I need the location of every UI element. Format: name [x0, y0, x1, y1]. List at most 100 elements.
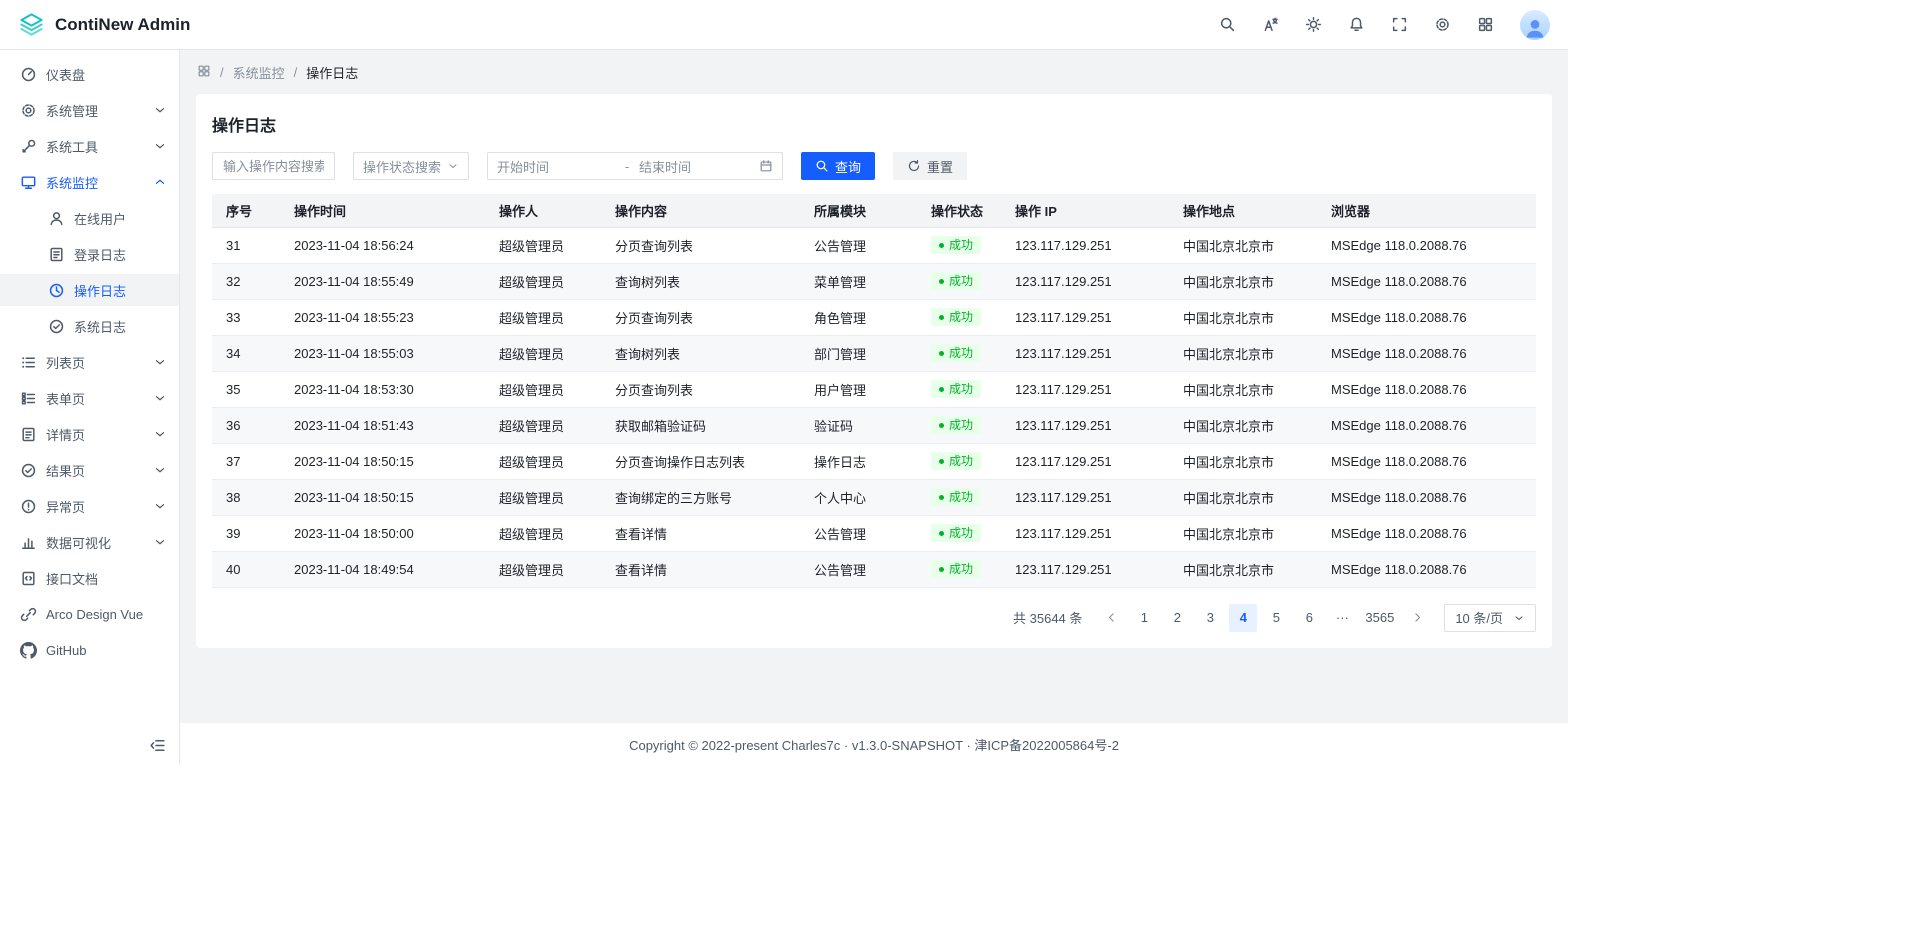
table-row[interactable]: 36 2023-11-04 18:51:43 超级管理员 获取邮箱验证码 验证码… [212, 407, 1536, 443]
status-select[interactable]: 操作状态搜索 [353, 152, 469, 180]
cell-content: 分页查询操作日志列表 [601, 443, 800, 479]
sidebar-item-result-page[interactable]: 结果页 [0, 454, 179, 486]
system-settings-icon [20, 102, 37, 119]
table-row[interactable]: 34 2023-11-04 18:55:03 超级管理员 查询树列表 部门管理 … [212, 335, 1536, 371]
success-dot [939, 423, 944, 428]
table-row[interactable]: 38 2023-11-04 18:50:15 超级管理员 查询绑定的三方账号 个… [212, 479, 1536, 515]
theme-button[interactable] [1305, 16, 1322, 33]
table-row[interactable]: 39 2023-11-04 18:50:00 超级管理员 查看详情 公告管理 成… [212, 515, 1536, 551]
breadcrumb-item-system-monitor[interactable]: 系统监控 [233, 63, 285, 82]
pagination-total: 共 35644 条 [1013, 608, 1082, 627]
search-button[interactable] [1219, 16, 1236, 33]
cell-ip: 123.117.129.251 [1001, 227, 1169, 263]
cell-ip: 123.117.129.251 [1001, 443, 1169, 479]
cell-module: 公告管理 [800, 227, 917, 263]
sidebar-item-form-page[interactable]: 表单页 [0, 382, 179, 414]
page-button-6[interactable]: 6 [1295, 604, 1323, 632]
operation-log-table: 序号操作时间操作人操作内容所属模块操作状态操作 IP操作地点浏览器 31 202… [212, 194, 1536, 588]
page-size-select[interactable]: 10 条/页 [1444, 604, 1536, 632]
cell-id: 32 [212, 263, 280, 299]
cell-operator: 超级管理员 [485, 227, 601, 263]
sidebar-item-system-management[interactable]: 系统管理 [0, 94, 179, 126]
sidebar-item-system-monitor[interactable]: 系统监控 [0, 166, 179, 198]
next-page-button[interactable] [1403, 604, 1431, 632]
sidebar-item-github[interactable]: GitHub [0, 634, 179, 666]
status-badge: 成功 [931, 380, 981, 398]
query-button[interactable]: 查询 [801, 152, 875, 180]
gear-icon [1434, 16, 1451, 33]
cell-operator: 超级管理员 [485, 551, 601, 587]
prev-page-button[interactable] [1097, 604, 1125, 632]
page-button-1[interactable]: 1 [1130, 604, 1158, 632]
page-button-5[interactable]: 5 [1262, 604, 1290, 632]
date-range-picker[interactable]: 开始时间 - 结束时间 [487, 152, 783, 180]
sidebar-item-arco-design-vue[interactable]: Arco Design Vue [0, 598, 179, 630]
column-header: 操作时间 [280, 194, 485, 227]
sidebar-item-operation-log[interactable]: 操作日志 [0, 274, 179, 306]
cell-operator: 超级管理员 [485, 443, 601, 479]
column-header: 浏览器 [1317, 194, 1536, 227]
cell-browser: MSEdge 118.0.2088.76 [1317, 443, 1536, 479]
sidebar-collapse-button[interactable] [147, 735, 167, 755]
avatar[interactable] [1520, 10, 1550, 40]
sidebar-item-login-log[interactable]: 登录日志 [0, 238, 179, 270]
cell-module: 公告管理 [800, 551, 917, 587]
success-dot [939, 279, 944, 284]
last-page-button[interactable]: 3565 [1361, 604, 1398, 632]
chevron-down-icon [153, 427, 167, 441]
table-row[interactable]: 35 2023-11-04 18:53:30 超级管理员 分页查询列表 用户管理… [212, 371, 1536, 407]
page-button-3[interactable]: 3 [1196, 604, 1224, 632]
success-dot [939, 459, 944, 464]
cell-operator: 超级管理员 [485, 407, 601, 443]
breadcrumb-item-operation-log: 操作日志 [306, 63, 358, 82]
table-row[interactable]: 40 2023-11-04 18:49:54 超级管理员 查看详情 公告管理 成… [212, 551, 1536, 587]
cell-status: 成功 [917, 227, 1001, 263]
page-title: 操作日志 [212, 112, 1536, 136]
cell-id: 39 [212, 515, 280, 551]
apps-grid-button[interactable] [1477, 16, 1494, 33]
system-log-icon [48, 318, 65, 335]
success-dot [939, 243, 944, 248]
status-badge: 成功 [931, 308, 981, 326]
sidebar-item-system-log[interactable]: 系统日志 [0, 310, 179, 342]
sidebar-item-online-users[interactable]: 在线用户 [0, 202, 179, 234]
reset-button[interactable]: 重置 [893, 152, 967, 180]
api-doc-icon [20, 570, 37, 587]
link-icon [20, 606, 37, 623]
breadcrumb-separator: / [220, 65, 224, 80]
cell-time: 2023-11-04 18:53:30 [280, 371, 485, 407]
sidebar-item-exception-page[interactable]: 异常页 [0, 490, 179, 522]
brand[interactable]: ContiNew Admin [18, 11, 190, 38]
cell-time: 2023-11-04 18:50:15 [280, 443, 485, 479]
cell-operator: 超级管理员 [485, 371, 601, 407]
cell-location: 中国北京北京市 [1169, 227, 1317, 263]
breadcrumb-home[interactable] [197, 64, 211, 81]
sidebar-item-list-page[interactable]: 列表页 [0, 346, 179, 378]
page-button-2[interactable]: 2 [1163, 604, 1191, 632]
pagination-ellipsis[interactable]: ··· [1328, 604, 1356, 632]
translate-button[interactable] [1262, 16, 1279, 33]
main-area: / 系统监控 / 操作日志 操作日志 操作状态搜索 [180, 50, 1568, 765]
fullscreen-button[interactable] [1391, 16, 1408, 33]
page-button-4-active[interactable]: 4 [1229, 604, 1257, 632]
table-row[interactable]: 31 2023-11-04 18:56:24 超级管理员 分页查询列表 公告管理… [212, 227, 1536, 263]
sidebar-item-data-visualization[interactable]: 数据可视化 [0, 526, 179, 558]
settings-button[interactable] [1434, 16, 1451, 33]
sidebar-item-detail-page[interactable]: 详情页 [0, 418, 179, 450]
cell-location: 中国北京北京市 [1169, 371, 1317, 407]
status-badge: 成功 [931, 416, 981, 434]
content-search-input[interactable] [212, 152, 335, 180]
column-header: 所属模块 [800, 194, 917, 227]
cell-ip: 123.117.129.251 [1001, 407, 1169, 443]
cell-ip: 123.117.129.251 [1001, 371, 1169, 407]
sidebar-item-api-docs[interactable]: 接口文档 [0, 562, 179, 594]
sidebar-item-dashboard[interactable]: 仪表盘 [0, 58, 179, 90]
table-row[interactable]: 32 2023-11-04 18:55:49 超级管理员 查询树列表 菜单管理 … [212, 263, 1536, 299]
cell-module: 部门管理 [800, 335, 917, 371]
sidebar-item-system-tools[interactable]: 系统工具 [0, 130, 179, 162]
calendar-icon [759, 159, 773, 173]
cell-id: 40 [212, 551, 280, 587]
table-row[interactable]: 37 2023-11-04 18:50:15 超级管理员 分页查询操作日志列表 … [212, 443, 1536, 479]
notifications-button[interactable] [1348, 16, 1365, 33]
table-row[interactable]: 33 2023-11-04 18:55:23 超级管理员 分页查询列表 角色管理… [212, 299, 1536, 335]
